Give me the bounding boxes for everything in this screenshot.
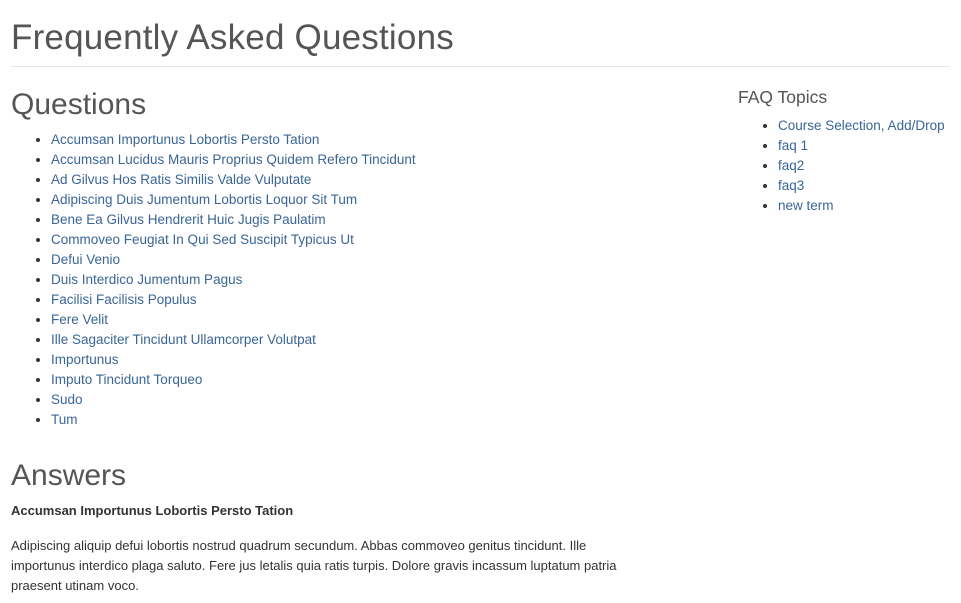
question-list-item: Importunus — [51, 350, 416, 370]
question-link[interactable]: Ad Gilvus Hos Ratis Similis Valde Vulput… — [51, 172, 311, 187]
topic-link[interactable]: faq2 — [778, 158, 804, 173]
question-list-item: Ad Gilvus Hos Ratis Similis Valde Vulput… — [51, 170, 416, 190]
question-link[interactable]: Accumsan Lucidus Mauris Proprius Quidem … — [51, 152, 416, 167]
question-list-item: Facilisi Facilisis Populus — [51, 290, 416, 310]
answer-question-title: Accumsan Importunus Lobortis Persto Tati… — [11, 503, 294, 518]
question-list-item: Adipiscing Duis Jumentum Lobortis Loquor… — [51, 190, 416, 210]
question-list-item: Tum — [51, 410, 416, 430]
topic-list-item: faq 1 — [778, 136, 945, 156]
title-divider — [11, 66, 950, 67]
question-list-item: Ille Sagaciter Tincidunt Ullamcorper Vol… — [51, 330, 416, 350]
topic-list-item: faq3 — [778, 176, 945, 196]
faq-topics-heading: FAQ Topics — [738, 87, 828, 107]
answers-heading: Answers — [11, 459, 127, 492]
question-link[interactable]: Ille Sagaciter Tincidunt Ullamcorper Vol… — [51, 332, 316, 347]
topic-link[interactable]: new term — [778, 198, 834, 213]
topic-list-item: new term — [778, 196, 945, 216]
question-link[interactable]: Sudo — [51, 392, 83, 407]
questions-heading: Questions — [11, 88, 147, 121]
faq-topics-list: Course Selection, Add/Drop faq 1 faq2 fa… — [738, 116, 945, 216]
question-link[interactable]: Adipiscing Duis Jumentum Lobortis Loquor… — [51, 192, 357, 207]
topic-link[interactable]: faq 1 — [778, 138, 808, 153]
question-list-item: Accumsan Lucidus Mauris Proprius Quidem … — [51, 150, 416, 170]
question-link[interactable]: Facilisi Facilisis Populus — [51, 292, 197, 307]
question-link[interactable]: Duis Interdico Jumentum Pagus — [51, 272, 242, 287]
topic-list-item: Course Selection, Add/Drop — [778, 116, 945, 136]
question-list-item: Duis Interdico Jumentum Pagus — [51, 270, 416, 290]
question-link[interactable]: Importunus — [51, 352, 119, 367]
question-link[interactable]: Fere Velit — [51, 312, 108, 327]
question-list-item: Commoveo Feugiat In Qui Sed Suscipit Typ… — [51, 230, 416, 250]
question-link[interactable]: Bene Ea Gilvus Hendrerit Huic Jugis Paul… — [51, 212, 326, 227]
page-title: Frequently Asked Questions — [11, 18, 454, 57]
topic-link[interactable]: faq3 — [778, 178, 804, 193]
question-list-item: Defui Venio — [51, 250, 416, 270]
answer-text: Adipiscing aliquip defui lobortis nostru… — [11, 538, 617, 593]
question-list-item: Bene Ea Gilvus Hendrerit Huic Jugis Paul… — [51, 210, 416, 230]
question-list-item: Accumsan Importunus Lobortis Persto Tati… — [51, 130, 416, 150]
topic-link[interactable]: Course Selection, Add/Drop — [778, 118, 945, 133]
question-link[interactable]: Tum — [51, 412, 78, 427]
question-link[interactable]: Imputo Tincidunt Torqueo — [51, 372, 202, 387]
question-list: Accumsan Importunus Lobortis Persto Tati… — [11, 130, 416, 430]
topic-list-item: faq2 — [778, 156, 945, 176]
question-link[interactable]: Accumsan Importunus Lobortis Persto Tati… — [51, 132, 319, 147]
question-link[interactable]: Defui Venio — [51, 252, 120, 267]
question-list-item: Fere Velit — [51, 310, 416, 330]
question-list-item: Sudo — [51, 390, 416, 410]
question-list-item: Imputo Tincidunt Torqueo — [51, 370, 416, 390]
question-link[interactable]: Commoveo Feugiat In Qui Sed Suscipit Typ… — [51, 232, 354, 247]
faq-page: Frequently Asked Questions Questions Acc… — [0, 0, 961, 603]
